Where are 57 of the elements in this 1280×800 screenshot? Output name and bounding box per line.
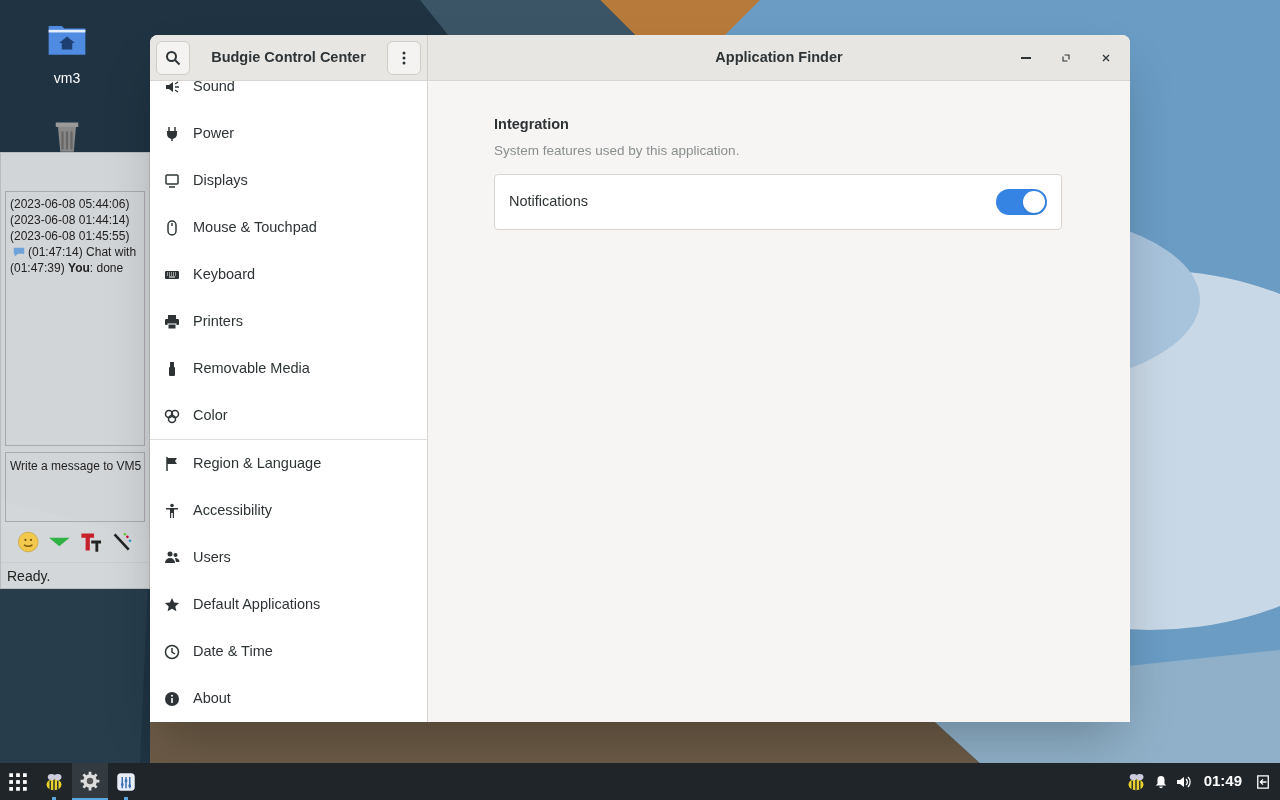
sidebar-item[interactable]: Accessibility xyxy=(150,487,427,534)
sidebar-item[interactable]: Region & Language xyxy=(150,440,427,487)
pencil-icon xyxy=(112,531,133,553)
taskbar-app[interactable] xyxy=(72,763,108,800)
bee-icon xyxy=(1125,771,1146,792)
sidebar-item[interactable]: Color xyxy=(150,392,427,439)
info-icon xyxy=(164,690,180,707)
smiley-icon xyxy=(17,530,40,554)
setting-label: Notifications xyxy=(509,192,588,212)
search-button[interactable] xyxy=(156,40,190,75)
logout-icon xyxy=(1256,773,1270,790)
users-icon xyxy=(164,549,180,566)
chat-message: (2023-06-08 01:44:14) xyxy=(10,212,130,228)
chat-message: (01:47:39) You: done xyxy=(10,260,124,276)
color-circles-icon xyxy=(164,407,180,424)
bee-icon xyxy=(44,771,64,792)
message-field[interactable]: Write a message to VM5 xyxy=(5,452,145,522)
speech-bubble-icon xyxy=(12,245,26,259)
clock-text: 01:49 xyxy=(1203,771,1242,792)
sidebar-item[interactable]: Mouse & Touchpad xyxy=(150,204,427,251)
clock-icon xyxy=(164,643,180,660)
bell-icon xyxy=(1153,774,1168,789)
minimize-icon xyxy=(1021,57,1031,59)
sidebar-item[interactable]: Displays xyxy=(150,157,427,204)
chat-message: (2023-06-08 05:44:06) xyxy=(10,196,130,212)
maximize-icon xyxy=(1060,52,1072,64)
triangle-icon xyxy=(49,537,70,547)
close-icon xyxy=(1100,52,1112,64)
status-text: Ready. xyxy=(1,562,149,587)
grid-icon xyxy=(8,771,28,792)
section-title: Integration xyxy=(494,115,570,134)
speaker-icon xyxy=(164,81,180,95)
person-icon xyxy=(164,502,180,519)
sidebar-item[interactable]: Printers xyxy=(150,298,427,345)
sidebar-item[interactable]: Users xyxy=(150,534,427,581)
toggle-switch[interactable] xyxy=(996,189,1047,215)
monitor-icon xyxy=(164,172,180,189)
sidebar-item[interactable]: Power xyxy=(150,110,427,157)
chat-message: (01:47:14) Chat with xyxy=(28,244,137,260)
sidebar-item[interactable]: Date & Time xyxy=(150,628,427,675)
sidebar-item[interactable]: Removable Media xyxy=(150,345,427,392)
sidebar-item[interactable]: About xyxy=(150,675,427,722)
chat-message: (2023-06-08 01:45:55) xyxy=(10,228,130,244)
desktop-icon-label[interactable]: vm3 xyxy=(53,68,81,89)
sidebar-item[interactable]: Keyboard xyxy=(150,251,427,298)
star-icon xyxy=(164,596,180,613)
window-title: Budgie Control Center xyxy=(210,47,367,67)
mouse-icon xyxy=(164,219,180,236)
plug-icon xyxy=(164,125,180,142)
printer-icon xyxy=(164,313,180,330)
search-icon xyxy=(165,49,181,66)
sidebar-item[interactable]: Default Applications xyxy=(150,581,427,628)
page-title: Application Finder xyxy=(715,47,843,67)
mixer-icon xyxy=(116,771,136,792)
flag-icon xyxy=(164,455,180,472)
section-subtitle: System features used by this application. xyxy=(494,141,741,160)
gear-icon xyxy=(80,770,100,791)
